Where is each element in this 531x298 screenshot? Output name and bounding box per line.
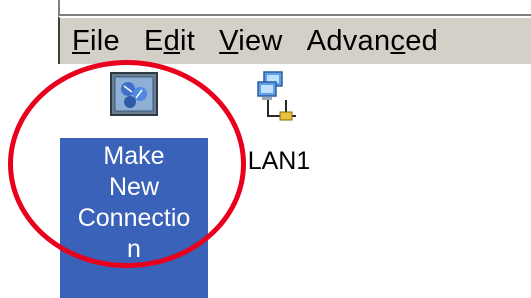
menu-bar: File Edit View Advanced [58, 16, 531, 64]
menu-file[interactable]: File [72, 26, 120, 56]
make-new-connection-label: Make New Connectio n [60, 138, 208, 298]
make-new-connection-icon [110, 72, 158, 116]
menu-view[interactable]: View [219, 26, 283, 56]
lan1-item[interactable]: LAN1 [236, 70, 322, 176]
network-connection-icon [257, 71, 296, 121]
menu-edit[interactable]: Edit [144, 26, 195, 56]
make-new-connection-item[interactable]: Make New Connectio n [60, 70, 208, 298]
menu-advanced[interactable]: Advanced [307, 26, 438, 56]
lan1-label: LAN1 [247, 147, 311, 175]
window-top-edge [58, 0, 531, 16]
